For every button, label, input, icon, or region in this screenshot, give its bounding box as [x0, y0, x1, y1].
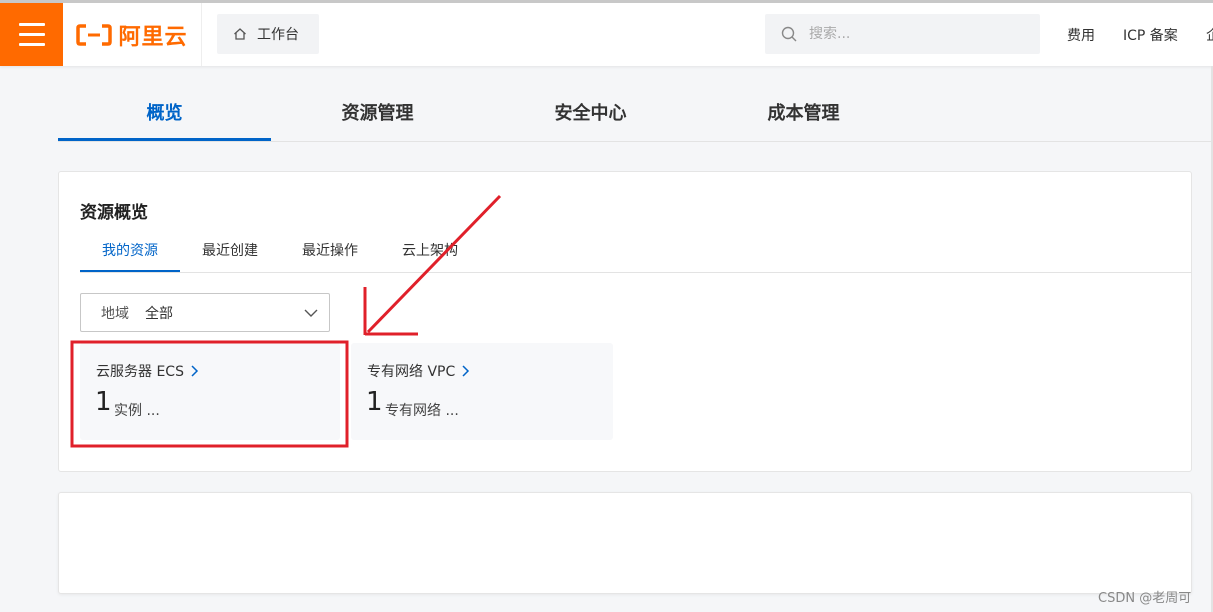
- card-title: 资源概览: [80, 203, 148, 223]
- tab-overview[interactable]: 概览: [58, 86, 271, 141]
- resource-count: 1: [95, 387, 112, 417]
- subtab-recent-created[interactable]: 最近创建: [200, 240, 260, 272]
- home-icon: [234, 28, 246, 40]
- top-bar: 阿里云 工作台 费用 ICP 备案 企: [0, 0, 1213, 66]
- enterprise-link[interactable]: 企: [1206, 25, 1213, 45]
- resource-name-text: 专有网络 VPC: [367, 364, 456, 380]
- search-icon: [781, 26, 797, 42]
- hamburger-menu-icon[interactable]: [0, 3, 63, 66]
- aliyun-logo[interactable]: 阿里云: [63, 3, 202, 66]
- resource-card-vpc[interactable]: 专有网络 VPC 1 专有网络 ...: [351, 343, 613, 440]
- chevron-down-icon: [304, 309, 318, 317]
- tab-security-center[interactable]: 安全中心: [484, 86, 697, 141]
- main-tabs: 概览 资源管理 安全中心 成本管理: [58, 86, 1213, 142]
- subtab-cloud-architecture[interactable]: 云上架构: [400, 240, 460, 272]
- logo-text: 阿里云: [118, 24, 188, 50]
- workbench-button[interactable]: 工作台: [217, 14, 319, 54]
- workbench-label: 工作台: [257, 27, 299, 43]
- tab-cost-management[interactable]: 成本管理: [697, 86, 910, 141]
- region-select[interactable]: 地域 全部: [80, 293, 330, 332]
- region-label: 地域: [101, 305, 129, 322]
- subtab-my-resources[interactable]: 我的资源: [80, 240, 180, 272]
- watermark: CSDN @老周可: [1098, 591, 1192, 606]
- resource-overview-card: 资源概览 我的资源 最近创建 最近操作 云上架构 地域 全部 云服务器 ECS …: [58, 171, 1192, 472]
- resource-name: 云服务器 ECS: [96, 361, 200, 381]
- search-input[interactable]: [809, 26, 1009, 42]
- subtab-recent-operations[interactable]: 最近操作: [300, 240, 360, 272]
- chevron-right-icon: [462, 365, 470, 377]
- resource-count: 1: [366, 387, 383, 417]
- subtabs-divider: [80, 272, 1192, 273]
- tab-resource-management[interactable]: 资源管理: [271, 86, 484, 141]
- resource-unit: 专有网络 ...: [385, 403, 459, 419]
- empty-card: [58, 492, 1192, 594]
- resource-unit: 实例 ...: [114, 403, 160, 419]
- icp-filing-link[interactable]: ICP 备案: [1123, 25, 1178, 45]
- aliyun-logo-mark-icon: [76, 23, 113, 46]
- chevron-right-icon: [191, 365, 199, 377]
- resource-name-text: 云服务器 ECS: [96, 364, 184, 380]
- search-box[interactable]: [765, 14, 1040, 54]
- billing-link[interactable]: 费用: [1067, 25, 1095, 45]
- resource-name: 专有网络 VPC: [367, 361, 471, 381]
- region-value: 全部: [145, 305, 173, 322]
- resource-card-ecs[interactable]: 云服务器 ECS 1 实例 ...: [80, 343, 340, 440]
